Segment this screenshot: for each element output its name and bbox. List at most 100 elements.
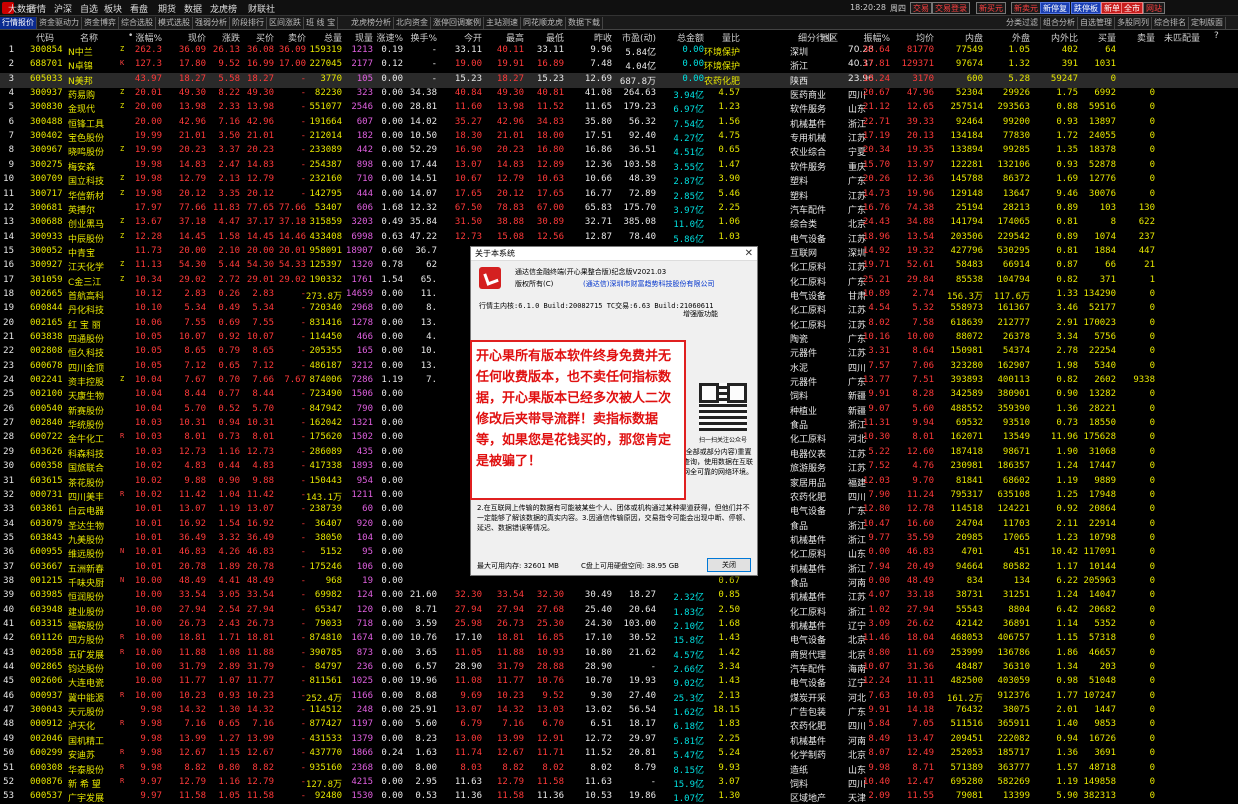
- tab-item[interactable]: 涨停回调案例: [431, 17, 484, 29]
- toolbar-button[interactable]: 网站: [1143, 2, 1165, 14]
- menu-item[interactable]: 财联社: [248, 2, 275, 15]
- tab-item[interactable]: 自选管理: [1078, 17, 1115, 29]
- tab-item[interactable]: 资金驱动力: [37, 17, 82, 29]
- tab-item[interactable]: 定制版面: [1189, 17, 1226, 29]
- table-row[interactable]: 50 600299 安迪苏 R 9.98 12.67 1.15 12.67 -437770 186…: [0, 747, 1238, 762]
- column-header[interactable]: 外盘: [1012, 31, 1030, 44]
- column-header[interactable]: 名称: [80, 31, 98, 44]
- menu-item[interactable]: 数据: [184, 2, 202, 15]
- column-header[interactable]: 总量: [324, 31, 342, 44]
- header-help-marker[interactable]: ?: [1214, 31, 1219, 41]
- table-row[interactable]: 9 300275 梅安森 19.98 14.83 2.47 14.83 -254387 898 0…: [0, 159, 1238, 174]
- table-row[interactable]: 39 603985 恒润股份 10.00 33.54 3.05 33.54 -69982 124…: [0, 589, 1238, 604]
- table-row[interactable]: 11 300717 华信新材 Z 19.98 20.12 3.35 20.12 -142795 4…: [0, 188, 1238, 203]
- tab-item[interactable]: 资金博弈: [82, 17, 119, 29]
- column-header[interactable]: 卖量: [1137, 31, 1155, 44]
- tab-item[interactable]: 强弱分析: [193, 17, 230, 29]
- tab-item[interactable]: 区间涨跌: [267, 17, 304, 29]
- tab-item[interactable]: 主站测速: [484, 17, 521, 29]
- column-header[interactable]: •: [128, 31, 133, 41]
- table-row[interactable]: 40 603948 建业股份 10.00 27.94 2.54 27.94 -65347 120…: [0, 604, 1238, 619]
- tab-item[interactable]: 分类过滤: [1004, 17, 1041, 29]
- column-header[interactable]: 卖价: [288, 31, 306, 44]
- column-header[interactable]: 均价: [916, 31, 934, 44]
- table-row[interactable]: 1 300854 N中兰 Z 262.3 36.09 26.13 36.08 36.09 1593…: [0, 44, 1238, 59]
- menu-item[interactable]: 行情: [28, 2, 46, 15]
- company-link[interactable]: (通达信)深圳市财富趋势科技股份有限公司: [583, 279, 714, 289]
- toolbar-button[interactable]: 新买元: [976, 2, 1006, 14]
- table-row[interactable]: 43 002058 五矿发展 R 10.00 11.88 1.08 11.88 -390785 8…: [0, 647, 1238, 662]
- column-header[interactable]: 涨幅%: [135, 31, 162, 44]
- toolbar-button[interactable]: 新停复: [1040, 2, 1070, 14]
- column-header[interactable]: 涨速%: [376, 31, 403, 44]
- tab-item[interactable]: 阶段排行: [230, 17, 267, 29]
- column-header[interactable]: 买价: [256, 31, 274, 44]
- table-row[interactable]: 2 688701 N卓锦 K 127.3 17.80 9.52 16.99 17.00 22704…: [0, 58, 1238, 73]
- column-header[interactable]: 内外比: [1051, 31, 1078, 44]
- table-row[interactable]: 38 001215 千味央厨 N 10.00 48.49 4.41 48.49 - 968 19 0.…: [0, 575, 1238, 590]
- tab-item[interactable]: 综合排名: [1152, 17, 1189, 29]
- column-header[interactable]: 内盘: [965, 31, 983, 44]
- toolbar-button[interactable]: 交易: [910, 2, 932, 14]
- tab-item[interactable]: 模式选股: [156, 17, 193, 29]
- column-header[interactable]: 涨跌: [222, 31, 240, 44]
- tab-item[interactable]: 数据下载: [566, 17, 603, 29]
- column-header[interactable]: 地区: [820, 31, 838, 44]
- table-row[interactable]: 10 300709 国立科技 Z 19.98 12.79 2.13 12.79 -232160 7…: [0, 173, 1238, 188]
- column-header[interactable]: 现量: [355, 31, 373, 44]
- close-icon[interactable]: ✕: [745, 247, 753, 261]
- table-row[interactable]: 48 000912 泸天化 R 9.98 7.16 0.65 7.16 -877427 1197 0…: [0, 718, 1238, 733]
- tab-item[interactable]: 同花顺龙虎: [521, 17, 566, 29]
- table-row[interactable]: 12 300681 英搏尔 17.97 77.66 11.83 77.65 77.66 5340…: [0, 202, 1238, 217]
- table-row[interactable]: 49 002046 国机精工 9.98 13.99 1.27 13.99 -431533 137…: [0, 733, 1238, 748]
- toolbar-button[interactable]: 跌停板: [1071, 2, 1101, 14]
- menu-item[interactable]: 期货: [158, 2, 176, 15]
- table-row[interactable]: 52 000876 新 希 望 R 9.97 12.79 1.16 12.79 - 127.8万 4…: [0, 776, 1238, 791]
- menu-item[interactable]: 沪深: [54, 2, 72, 15]
- column-header[interactable]: 振幅%: [863, 31, 890, 44]
- tab-item[interactable]: 龙虎榜分析: [349, 17, 394, 29]
- column-header[interactable]: 最高: [506, 31, 524, 44]
- column-header[interactable]: 今开: [464, 31, 482, 44]
- column-header[interactable]: 换手%: [410, 31, 437, 44]
- tab-item[interactable]: 行情报价: [0, 17, 37, 29]
- menu-item[interactable]: 板块: [104, 2, 122, 15]
- tab-item[interactable]: 组合分析: [1041, 17, 1078, 29]
- table-row[interactable]: 14 300933 中辰股份 Z 12.28 14.45 1.58 14.45 14.46 433…: [0, 231, 1238, 246]
- close-button[interactable]: 关闭: [707, 558, 751, 572]
- tab-item[interactable]: 综合选股: [119, 17, 156, 29]
- table-row[interactable]: 47 300043 天元股份 9.98 14.32 1.30 14.32 -114512 248…: [0, 704, 1238, 719]
- table-row[interactable]: 13 300688 创业黑马 Z 13.67 37.18 4.47 37.17 37.18 315…: [0, 216, 1238, 231]
- toolbar-button[interactable]: 交易登录: [932, 2, 970, 14]
- table-row[interactable]: 53 600537 广宇发展 9.97 11.58 1.05 11.58 -92480 1530…: [0, 790, 1238, 804]
- tab-item[interactable]: 北向资金: [394, 17, 431, 29]
- toolbar-button[interactable]: 新卖元: [1011, 2, 1041, 14]
- table-row[interactable]: 7 300402 宝色股份 19.99 21.01 3.50 21.01 -212014 182…: [0, 130, 1238, 145]
- toolbar-button[interactable]: 新单: [1101, 2, 1123, 14]
- column-header[interactable]: 未匹配量: [1164, 31, 1200, 44]
- table-row[interactable]: 42 601126 四方股份 R 10.00 18.81 1.71 18.81 -874810 1…: [0, 632, 1238, 647]
- table-row[interactable]: 51 600308 华泰股份 R 9.98 8.82 0.80 8.82 -935160 2368…: [0, 762, 1238, 777]
- column-header[interactable]: 总金额: [677, 31, 704, 44]
- column-header[interactable]: 市盈(动): [622, 31, 656, 44]
- table-row[interactable]: 3 605033 N美邦 43.97 18.27 5.58 18.27 - 3770 105 0.0…: [0, 72, 1238, 88]
- toolbar-button[interactable]: 全市: [1121, 2, 1143, 14]
- menu-item[interactable]: 自选: [80, 2, 98, 15]
- column-header[interactable]: 昨收: [594, 31, 612, 44]
- menu-item[interactable]: 看盘: [130, 2, 148, 15]
- column-header[interactable]: 买量: [1098, 31, 1116, 44]
- table-row[interactable]: 41 603315 福鞍股份 10.00 26.73 2.43 26.73 -79033 718…: [0, 618, 1238, 633]
- tab-item[interactable]: 多股同列: [1115, 17, 1152, 29]
- table-row[interactable]: 46 000937 冀中能源 R 10.00 10.23 0.93 10.23-252.4万 1…: [0, 690, 1238, 705]
- column-header[interactable]: 现价: [188, 31, 206, 44]
- table-row[interactable]: 6 300488 恒锋工具 20.00 42.96 7.16 42.96 -191664 607…: [0, 116, 1238, 131]
- tab-item[interactable]: 班 线 宝: [304, 17, 339, 29]
- column-header[interactable]: 量比: [722, 31, 740, 44]
- table-row[interactable]: 8 300967 晓鸣股份 Z 19.99 20.23 3.37 20.23 -233089 44…: [0, 144, 1238, 159]
- column-header[interactable]: 代码: [36, 31, 54, 44]
- menu-item[interactable]: 龙虎榜: [210, 2, 237, 15]
- table-row[interactable]: 5 300830 金现代 Z 20.00 13.98 2.33 13.98 -551077 254…: [0, 101, 1238, 116]
- table-row[interactable]: 45 002606 大连电瓷 10.00 11.77 1.07 11.77 -811561 10…: [0, 675, 1238, 690]
- table-row[interactable]: 4 300937 药易购 Z 20.01 49.30 8.22 49.30 -82230 323 0…: [0, 87, 1238, 102]
- table-row[interactable]: 44 002865 钧达股份 10.00 31.79 2.89 31.79-84797 236…: [0, 661, 1238, 676]
